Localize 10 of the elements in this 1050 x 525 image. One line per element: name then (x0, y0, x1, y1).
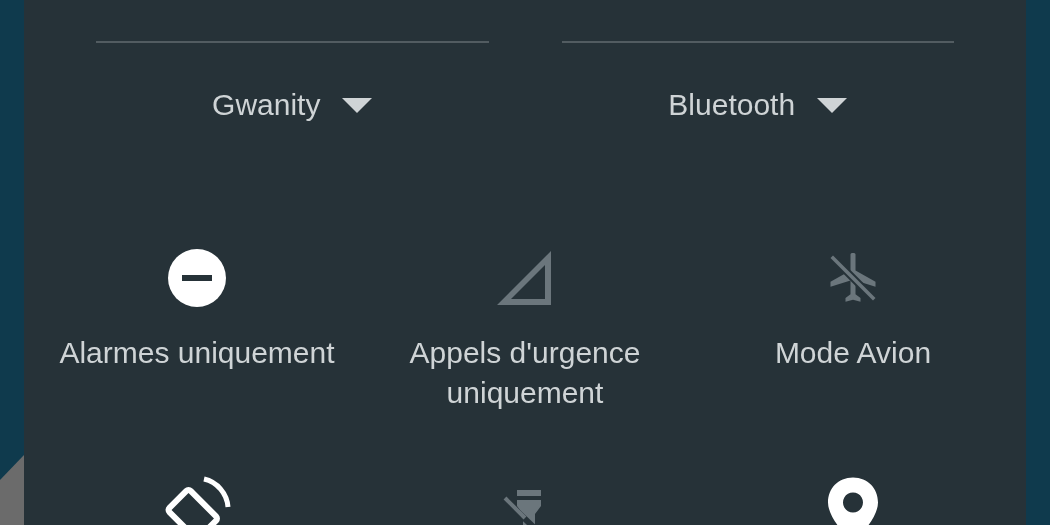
tile-label: Mode Avion (773, 335, 933, 371)
dropdown-button[interactable]: Gwanity (212, 85, 373, 125)
quick-setting-tile[interactable]: Mode Avion (689, 243, 1017, 413)
caret-icon (817, 97, 848, 113)
quick-setting-tile[interactable]: Appels d'urgence uniquement (361, 243, 689, 413)
caret-icon (342, 97, 373, 113)
tile-label: Appels d'urgence uniquement (408, 335, 642, 411)
tile-label: Alarmes uniquement (58, 335, 336, 371)
quick-setting-tile[interactable]: Alarmes uniquement (33, 243, 361, 413)
dropdown-button[interactable]: Bluetooth (668, 85, 848, 125)
